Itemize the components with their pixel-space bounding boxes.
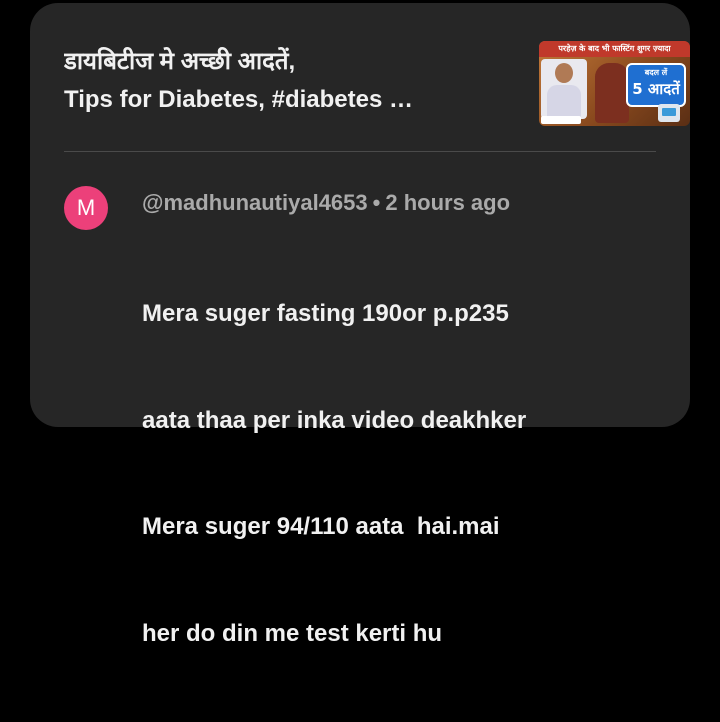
thumbnail-woman-image bbox=[595, 63, 629, 123]
thumbnail-presenter-image bbox=[541, 59, 587, 119]
glucometer-icon bbox=[658, 104, 680, 122]
comment-meta: @madhunautiyal4653 • 2 hours ago bbox=[142, 185, 662, 221]
thumbnail-badge: बदल लें 5 आदतें bbox=[626, 63, 686, 107]
presenter-body bbox=[547, 85, 581, 119]
video-title-line: डायबिटीज मे अच्छी आदतें, bbox=[64, 48, 296, 75]
video-title[interactable]: डायबिटीज मे अच्छी आदतें, Tips for Diabet… bbox=[64, 43, 494, 119]
comment-timestamp: 2 hours ago bbox=[385, 190, 511, 215]
divider bbox=[64, 151, 656, 152]
video-header[interactable]: डायबिटीज मे अच्छी आदतें, Tips for Diabet… bbox=[64, 41, 690, 133]
comment-body: @madhunautiyal4653 • 2 hours ago Mera suge… bbox=[142, 185, 662, 722]
thumbnail-banner-text: परहेज़ के बाद भी फास्टिंग शुगर ज़्यादा bbox=[539, 41, 690, 57]
thumbnail-channel-tag bbox=[541, 116, 581, 124]
presenter-head bbox=[555, 63, 573, 83]
video-thumbnail[interactable]: परहेज़ के बाद भी फास्टिंग शुगर ज़्यादा ब… bbox=[539, 41, 690, 126]
thumbnail-badge-small-text: बदल लें bbox=[644, 68, 668, 77]
thumbnail-badge-big-text: 5 आदतें bbox=[632, 80, 680, 98]
comment-card: डायबिटीज मे अच्छी आदतें, Tips for Diabet… bbox=[30, 3, 690, 647]
avatar[interactable]: M bbox=[64, 186, 108, 230]
comment-text-line: Mera suger fasting 190or p.p235 bbox=[142, 300, 509, 327]
video-title-line: Tips for Diabetes, #diabetes … bbox=[64, 86, 413, 113]
comment-text-line: her do din me test kerti hu bbox=[142, 619, 443, 647]
meta-separator: • bbox=[372, 190, 381, 215]
comment-text: Mera suger fasting 190or p.p235 aata tha… bbox=[142, 225, 662, 722]
comment-author[interactable]: @madhunautiyal4653 bbox=[142, 190, 368, 215]
comment-text-line: Mera suger 94/110 aata hai.mai bbox=[142, 513, 500, 540]
